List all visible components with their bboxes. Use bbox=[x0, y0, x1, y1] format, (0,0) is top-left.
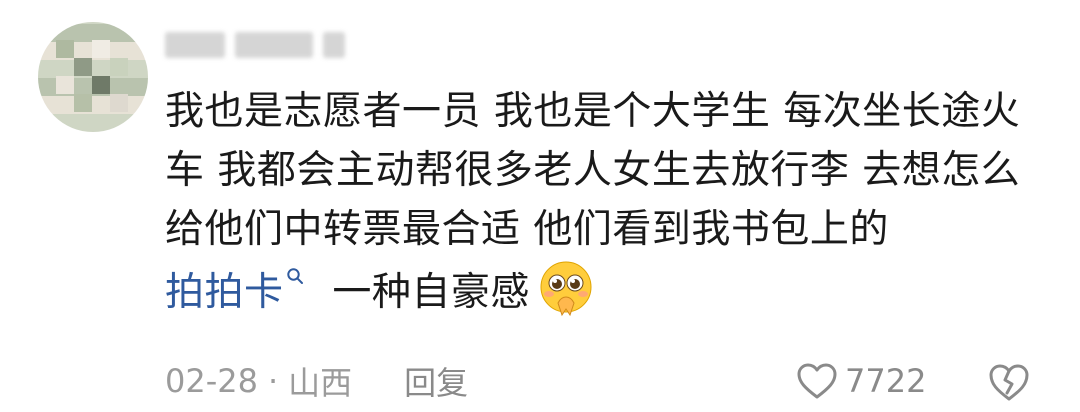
comment-location: 山西 bbox=[288, 364, 353, 402]
pleading-face-hands-emoji bbox=[540, 261, 592, 317]
like-button[interactable]: 7722 bbox=[795, 358, 926, 404]
comment-tail-text: 一种自豪感 bbox=[319, 270, 530, 315]
hashtag-link[interactable]: 拍拍卡 bbox=[165, 270, 284, 315]
heart-icon[interactable] bbox=[795, 361, 839, 401]
comment-date: 02-28 bbox=[165, 362, 258, 400]
username-blurred[interactable] bbox=[165, 28, 345, 62]
comment-meta: 02-28 · 山西 回复 bbox=[165, 358, 468, 404]
like-count: 7722 bbox=[845, 362, 927, 400]
search-icon[interactable] bbox=[286, 267, 304, 285]
broken-heart-icon[interactable] bbox=[986, 360, 1032, 404]
comment-line-4: 拍拍卡 一种自豪感 bbox=[165, 259, 1045, 322]
comment-line-1: 我也是志愿者一员 我也是个大学生 每次坐长途火 bbox=[165, 89, 1021, 134]
comment-line-2: 车 我都会主动帮很多老人女生去放行李 去想怎么 bbox=[165, 148, 1021, 193]
avatar[interactable] bbox=[38, 22, 148, 132]
comment-text: 我也是志愿者一员 我也是个大学生 每次坐长途火 车 我都会主动帮很多老人女生去放… bbox=[165, 82, 1045, 322]
meta-separator: · bbox=[267, 362, 279, 400]
reply-button[interactable]: 回复 bbox=[404, 358, 468, 404]
comment-line-3: 给他们中转票最合适 他们看到我书包上的 bbox=[165, 207, 889, 252]
